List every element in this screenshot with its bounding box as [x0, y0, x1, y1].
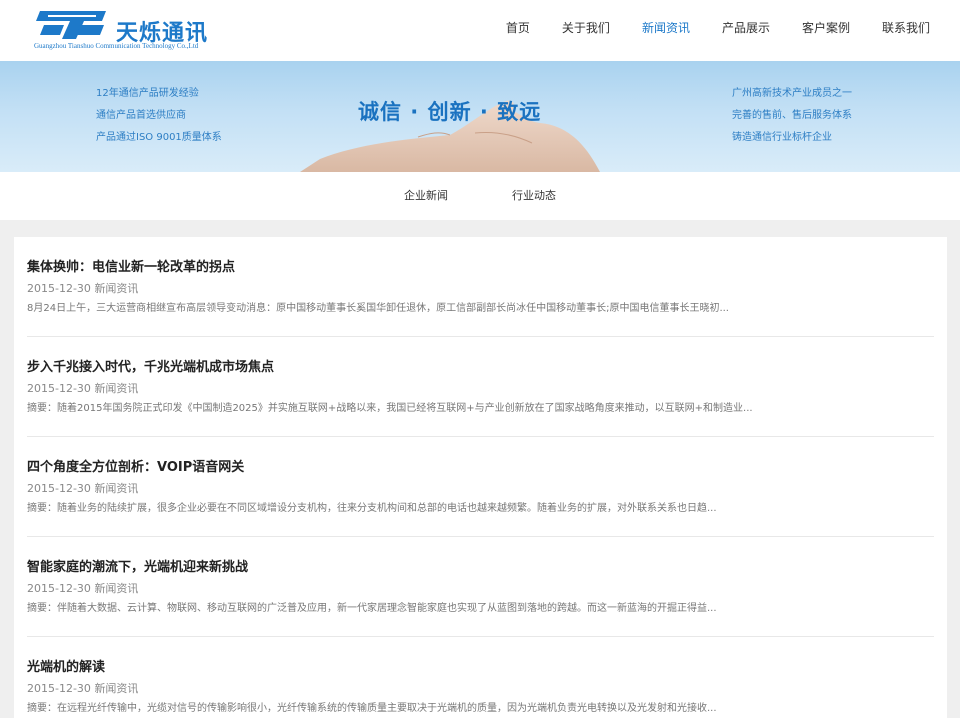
news-item: 智能家庭的潮流下，光端机迎来新挑战 2015-12-30 新闻资讯 摘要：伴随着…: [27, 537, 934, 637]
news-title-link[interactable]: 集体换帅：电信业新一轮改革的拐点: [27, 259, 934, 276]
news-category: 新闻资讯: [94, 482, 139, 495]
news-category: 新闻资讯: [94, 682, 139, 695]
banner-slogan: 诚信 · 创新 · 致远: [358, 100, 542, 124]
subnav-item-company-news[interactable]: 企业新闻: [404, 172, 448, 220]
news-summary: 摘要：随着2015年国务院正式印发《中国制造2025》并实施互联网+战略以来，我…: [27, 403, 753, 414]
news-date: 2015-12-30: [27, 482, 91, 495]
news-summary: 摘要：伴随着大数据、云计算、物联网、移动互联网的广泛普及应用，新一代家居理念智能…: [27, 603, 717, 614]
news-title-link[interactable]: 步入千兆接入时代，千兆光端机成市场焦点: [27, 359, 934, 376]
news-date: 2015-12-30: [27, 382, 91, 395]
news-meta: 2015-12-30 新闻资讯: [27, 282, 934, 296]
news-category: 新闻资讯: [94, 582, 139, 595]
nav-item-contact[interactable]: 联系我们: [866, 0, 946, 61]
news-category: 新闻资讯: [94, 282, 139, 295]
header: 天烁通讯 Guangzhou Tianshuo Communication Te…: [0, 0, 960, 61]
banner-left-line: 通信产品首选供应商: [96, 110, 186, 121]
news-meta: 2015-12-30 新闻资讯: [27, 382, 934, 396]
logo-mark-icon: [36, 11, 106, 39]
nav-item-about[interactable]: 关于我们: [546, 0, 626, 61]
banner-right-text: 广州高新技术产业成员之一 完善的售前、售后服务体系 铸造通信行业标杆企业: [732, 83, 852, 149]
banner-left-line: 产品通过ISO 9001质量体系: [96, 132, 222, 143]
nav-item-home[interactable]: 首页: [490, 0, 546, 61]
news-item: 四个角度全方位剖析：VOIP语音网关 2015-12-30 新闻资讯 摘要：随着…: [27, 437, 934, 537]
sub-nav: 企业新闻 行业动态: [0, 172, 960, 220]
news-item: 集体换帅：电信业新一轮改革的拐点 2015-12-30 新闻资讯 8月24日上午…: [27, 237, 934, 337]
banner-right-line: 完善的售前、售后服务体系: [732, 110, 852, 121]
main-nav: 首页 关于我们 新闻资讯 产品展示 客户案例 联系我们: [490, 0, 946, 61]
banner: 12年通信产品研发经验 通信产品首选供应商 产品通过ISO 9001质量体系 诚…: [0, 61, 960, 172]
news-title-link[interactable]: 四个角度全方位剖析：VOIP语音网关: [27, 459, 934, 476]
news-title-link[interactable]: 智能家庭的潮流下，光端机迎来新挑战: [27, 559, 934, 576]
news-item: 步入千兆接入时代，千兆光端机成市场焦点 2015-12-30 新闻资讯 摘要：随…: [27, 337, 934, 437]
news-meta: 2015-12-30 新闻资讯: [27, 682, 934, 696]
news-date: 2015-12-30: [27, 282, 91, 295]
nav-item-products[interactable]: 产品展示: [706, 0, 786, 61]
news-list: 集体换帅：电信业新一轮改革的拐点 2015-12-30 新闻资讯 8月24日上午…: [14, 237, 947, 718]
news-title-link[interactable]: 光端机的解读: [27, 659, 934, 676]
banner-left-line: 12年通信产品研发经验: [96, 88, 199, 99]
logo[interactable]: 天烁通讯 Guangzhou Tianshuo Communication Te…: [34, 9, 214, 53]
news-meta: 2015-12-30 新闻资讯: [27, 482, 934, 496]
news-meta: 2015-12-30 新闻资讯: [27, 582, 934, 596]
news-item: 光端机的解读 2015-12-30 新闻资讯 摘要：在远程光纤传输中，光缆对信号…: [27, 637, 934, 718]
banner-right-line: 广州高新技术产业成员之一: [732, 88, 852, 99]
nav-item-news[interactable]: 新闻资讯: [626, 0, 706, 61]
news-date: 2015-12-30: [27, 682, 91, 695]
logo-name-en: Guangzhou Tianshuo Communication Technol…: [34, 42, 199, 50]
news-summary: 摘要：在远程光纤传输中，光缆对信号的传输影响很小，光纤传输系统的传输质量主要取决…: [27, 703, 717, 714]
banner-left-text: 12年通信产品研发经验 通信产品首选供应商 产品通过ISO 9001质量体系: [96, 83, 222, 149]
news-summary: 8月24日上午，三大运营商相继宣布高层领导变动消息：原中国移动董事长奚国华卸任退…: [27, 303, 729, 314]
banner-right-line: 铸造通信行业标杆企业: [732, 132, 832, 143]
news-date: 2015-12-30: [27, 582, 91, 595]
news-summary: 摘要：随着业务的陆续扩展，很多企业必要在不同区域增设分支机构，往来分支机构间和总…: [27, 503, 717, 514]
subnav-item-industry-news[interactable]: 行业动态: [512, 172, 556, 220]
news-category: 新闻资讯: [94, 382, 139, 395]
nav-item-cases[interactable]: 客户案例: [786, 0, 866, 61]
